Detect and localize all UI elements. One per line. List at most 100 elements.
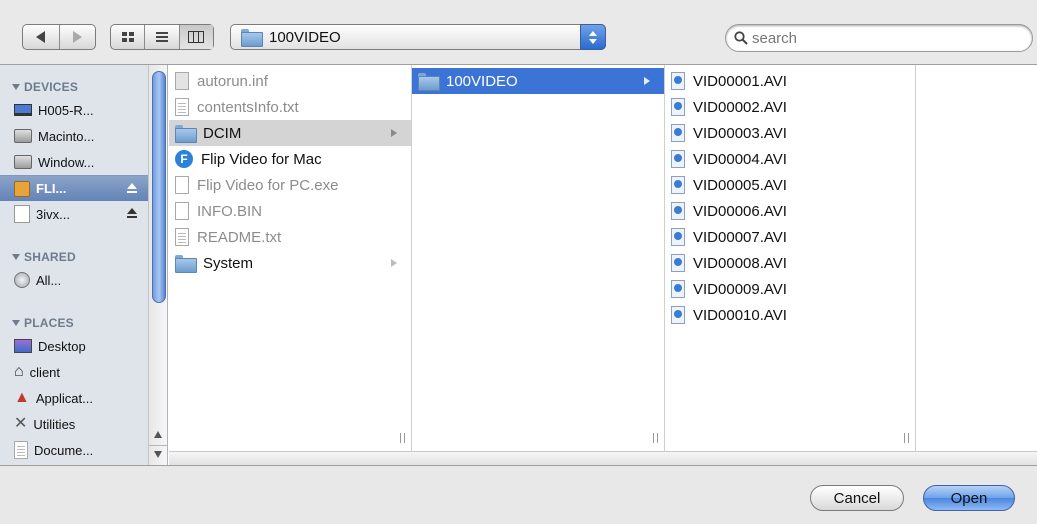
sidebar-item-shared-all[interactable]: All... (0, 267, 150, 293)
folder-icon (175, 255, 197, 273)
column-resize-handle[interactable] (400, 433, 405, 443)
hard-drive-icon (14, 129, 32, 143)
list-item-readme[interactable]: README.txt (169, 224, 411, 250)
horizontal-scrollbar[interactable] (169, 451, 1037, 465)
list-item-video[interactable]: VID00010.AVI (665, 302, 915, 328)
sidebar-item-device-3[interactable]: Window... (0, 149, 150, 175)
flip-app-icon: F (175, 150, 193, 168)
video-file-icon (671, 202, 685, 220)
scroll-up-arrow-icon[interactable] (154, 431, 162, 438)
utilities-icon: ✕ (14, 415, 28, 432)
folder-icon (175, 125, 197, 143)
column-resize-handle[interactable] (653, 433, 658, 443)
list-item-video[interactable]: VID00004.AVI (665, 146, 915, 172)
column-100video: VID00001.AVI VID00002.AVI VID00003.AVI V… (665, 65, 916, 451)
list-item-flip-pc[interactable]: Flip Video for PC.exe (169, 172, 411, 198)
desktop-icon (14, 339, 32, 353)
search-icon (734, 31, 748, 45)
list-item-video[interactable]: VID00006.AVI (665, 198, 915, 224)
list-item-autorun[interactable]: autorun.inf (169, 68, 411, 94)
path-label: 100VIDEO (269, 28, 341, 46)
back-button[interactable] (23, 25, 60, 49)
list-item-system[interactable]: System (169, 250, 411, 276)
column-view-icon (188, 31, 205, 43)
eject-icon[interactable] (126, 208, 138, 220)
video-file-icon (671, 176, 685, 194)
scroll-down-arrow-icon[interactable] (154, 451, 162, 458)
search-input[interactable] (752, 29, 992, 47)
cancel-button[interactable]: Cancel (810, 485, 904, 511)
sidebar-scrollbar[interactable] (148, 65, 167, 465)
chevron-right-icon (391, 129, 397, 137)
text-file-icon (175, 228, 189, 246)
places-heading[interactable]: PLACES (12, 316, 74, 330)
blank-drive-icon (14, 205, 30, 223)
generic-file-icon (175, 72, 189, 90)
hard-drive-icon (14, 155, 32, 169)
back-arrow-icon (36, 31, 46, 43)
video-file-icon (671, 228, 685, 246)
sidebar-item-desktop[interactable]: Desktop (0, 333, 150, 359)
list-view-button[interactable] (145, 25, 180, 49)
sidebar-item-home[interactable]: ⌂ client (0, 359, 150, 385)
view-mode-control (110, 24, 214, 50)
list-item-dcim[interactable]: DCIM (169, 120, 411, 146)
chevron-right-icon (391, 259, 397, 267)
video-file-icon (671, 254, 685, 272)
video-file-icon (671, 280, 685, 298)
list-item-video[interactable]: VID00003.AVI (665, 120, 915, 146)
list-item-video[interactable]: VID00002.AVI (665, 94, 915, 120)
sidebar-item-device-2[interactable]: Macinto... (0, 123, 150, 149)
column-view-button[interactable] (179, 25, 213, 49)
sidebar-item-device-5[interactable]: 3ivx... (0, 201, 150, 227)
dialog-footer: Cancel Open (0, 466, 1037, 524)
video-file-icon (671, 150, 685, 168)
search-field[interactable] (725, 24, 1033, 52)
sidebar-item-utilities[interactable]: ✕ Utilities (0, 411, 150, 437)
flip-drive-icon (14, 180, 30, 197)
column-dcim: 100VIDEO (412, 65, 665, 451)
column-resize-handle[interactable] (904, 433, 909, 443)
popup-arrows-icon (580, 24, 606, 50)
list-item-video[interactable]: VID00008.AVI (665, 250, 915, 276)
icon-view-button[interactable] (111, 25, 146, 49)
folder-icon (418, 73, 440, 91)
back-forward-control (22, 24, 96, 50)
scrollbar-thumb[interactable] (152, 71, 166, 303)
documents-icon (14, 441, 28, 459)
list-item-video[interactable]: VID00009.AVI (665, 276, 915, 302)
bin-file-icon (175, 202, 189, 220)
forward-button[interactable] (60, 25, 96, 49)
video-file-icon (671, 72, 685, 90)
icon-view-icon (121, 32, 134, 42)
video-file-icon (671, 306, 685, 324)
sidebar-item-documents[interactable]: Docume... (0, 437, 150, 463)
chevron-right-icon (644, 77, 650, 85)
text-file-icon (175, 98, 189, 116)
list-item-video[interactable]: VID00007.AVI (665, 224, 915, 250)
sidebar-item-flip-drive[interactable]: FLI... (0, 175, 150, 201)
toolbar: 100VIDEO (0, 0, 1037, 64)
list-view-icon (155, 32, 168, 42)
list-item-flip-mac[interactable]: F Flip Video for Mac (169, 146, 411, 172)
home-icon: ⌂ (14, 363, 24, 380)
video-file-icon (671, 124, 685, 142)
list-item-video[interactable]: VID00005.AVI (665, 172, 915, 198)
sidebar-item-applications[interactable]: ▲ Applicat... (0, 385, 150, 411)
video-file-icon (671, 98, 685, 116)
exe-file-icon (175, 176, 189, 194)
network-icon (14, 272, 30, 288)
path-popup[interactable]: 100VIDEO (230, 24, 606, 50)
list-item-video[interactable]: VID00001.AVI (665, 68, 915, 94)
folder-icon (241, 29, 263, 47)
list-item-contentsinfo[interactable]: contentsInfo.txt (169, 94, 411, 120)
sidebar-item-device-1[interactable]: H005-R... (0, 97, 150, 123)
list-item-100video[interactable]: 100VIDEO (412, 68, 664, 94)
devices-heading[interactable]: DEVICES (12, 80, 78, 94)
eject-icon[interactable] (126, 183, 138, 195)
list-item-info-bin[interactable]: INFO.BIN (169, 198, 411, 224)
shared-heading[interactable]: SHARED (12, 250, 76, 264)
applications-icon: ▲ (14, 389, 30, 406)
open-button[interactable]: Open (923, 485, 1015, 511)
column-root: autorun.inf contentsInfo.txt DCIM F Flip… (169, 65, 412, 451)
